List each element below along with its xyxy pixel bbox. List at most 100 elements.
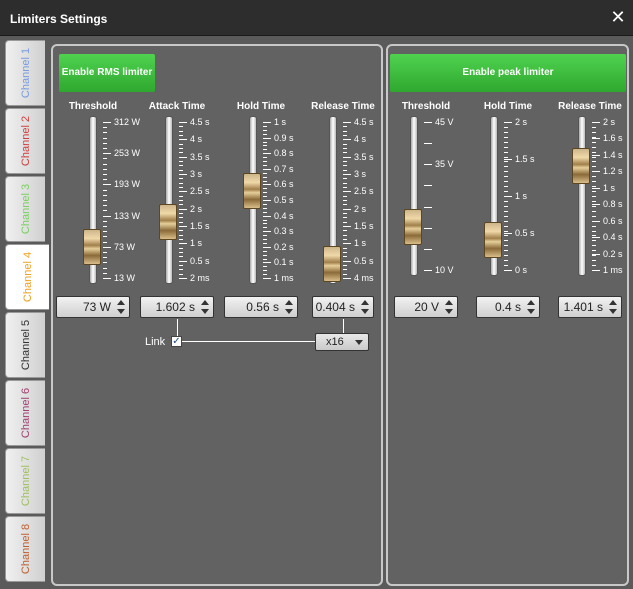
scale-tick [343,178,347,180]
scale-label: 0.6 s [274,179,294,190]
tab-channel-8[interactable]: Channel 8 [5,516,45,582]
scale-major-tick [592,253,600,255]
scale-major-tick [263,168,271,170]
scale-tick [592,176,596,178]
tab-channel-1[interactable]: Channel 1 [5,40,45,106]
scale-label: 253 W [114,148,141,159]
spin-arrows-icon[interactable] [526,300,536,314]
spin-arrows-icon[interactable] [200,300,210,314]
scale-tick [343,217,347,219]
rms-attack-time-slider-track[interactable] [165,116,173,284]
link-checkbox[interactable]: ✓ [171,336,182,347]
scale-label: 0.4 s [603,232,623,243]
peak-release-time-slider-track[interactable] [578,116,586,276]
scale-tick [504,230,508,232]
scale-tick [179,239,183,240]
spin-arrows-icon[interactable] [284,300,294,314]
scale-label: 10 V [435,265,454,275]
rms-release-time-spinbox[interactable]: 0.404 s [312,296,374,318]
peak-hold-time-spinbox[interactable]: 0.4 s [476,296,540,318]
scale-tick [179,204,183,206]
scale-label: 0 s [515,265,528,275]
scale-major-tick [343,139,351,141]
peak-threshold-spinbox[interactable]: 20 V [394,296,458,318]
rms-hold-time-slider-thumb[interactable] [243,172,261,209]
scale-label: 0.5 s [190,255,210,266]
rms-attack-time-slider-thumb[interactable] [159,203,177,240]
spin-arrows-icon[interactable] [444,300,454,314]
enable-peak-limiter-button[interactable]: Enable peak limiter [390,54,626,92]
scale-tick [103,210,107,212]
tab-channel-2[interactable]: Channel 2 [5,108,45,174]
scale-tick [263,125,267,127]
peak-hold-time-slider-thumb[interactable] [484,222,502,259]
rms-threshold-spinbox[interactable]: 73 W [56,296,130,318]
scale-tick [343,256,347,258]
peak-threshold-slider-thumb[interactable] [404,209,422,246]
scale-tick [179,252,183,253]
scale-major-tick [103,246,111,248]
scale-label: 0.2 s [274,241,294,252]
tab-channel-3[interactable]: Channel 3 [5,176,45,242]
scale-label: 3.5 s [190,151,210,162]
scale-tick [343,269,347,271]
scale-tick [103,174,107,175]
scale-label: 0.5 s [274,195,294,205]
peak-threshold-slider-track[interactable] [410,116,418,276]
scale-tick [179,265,183,266]
close-icon[interactable]: ✕ [609,8,627,26]
rms-attack-time-spinbox[interactable]: 1.602 s [140,296,214,318]
scale-tick [179,169,183,171]
tab-label: Channel 6 [19,387,32,439]
scale-label: 0.7 s [274,163,294,174]
enable-rms-limiter-button[interactable]: Enable RMS limiter [59,54,155,92]
tab-channel-6[interactable]: Channel 6 [5,380,45,446]
window-title: Limiters Settings [10,12,108,26]
scale-label: 35 V [435,159,454,170]
peak-release-time-slider-thumb[interactable] [572,148,590,185]
tab-channel-7[interactable]: Channel 7 [5,448,45,514]
scale-label: 0.5 s [354,255,374,266]
scale-tick [103,148,107,149]
scale-tick [263,141,267,143]
scale-major-tick [103,153,111,155]
tab-channel-5[interactable]: Channel 5 [5,312,45,378]
scale-tick [343,143,347,145]
scale-label: 3 s [190,169,203,179]
tab-channel-4[interactable]: Channel 4 [5,244,49,310]
scale-tick [103,262,107,264]
scale-tick [179,256,183,258]
rms-attack-time-label: Attack Time [148,101,206,112]
scale-major-tick [592,204,600,206]
scale-major-tick [424,185,432,187]
scale-tick [504,191,508,193]
scale-major-tick [343,156,351,158]
spin-arrows-icon[interactable] [608,300,618,314]
scale-tick [504,151,508,153]
scale-major-tick [263,137,271,139]
scale-tick [179,165,183,167]
scale-tick [592,255,596,257]
scale-tick [263,164,267,166]
multiplier-dropdown[interactable]: x16 [315,333,369,351]
rms-release-time-value: 0.404 s [315,300,355,314]
spin-arrows-icon[interactable] [360,300,370,314]
rms-hold-time-spinbox[interactable]: 0.56 s [224,296,298,318]
rms-release-time-slider-thumb[interactable] [323,245,341,282]
scale-tick [263,211,267,213]
tab-label: Channel 8 [19,523,32,575]
tab-label: Channel 2 [19,115,32,167]
rms-threshold-slider-thumb[interactable] [83,228,101,265]
scale-tick [592,245,596,247]
scale-label: 0.8 s [274,148,294,159]
spin-arrows-icon[interactable] [116,300,126,314]
scale-tick [504,176,508,178]
scale-tick [103,226,107,227]
peak-release-time-spinbox[interactable]: 1.401 s [558,296,622,318]
scale-label: 1 ms [274,273,294,283]
scale-tick [592,230,596,232]
scale-tick [504,225,508,227]
scale-tick [103,168,107,170]
scale-tick [592,191,596,193]
channel-tabs: Channel 1 Channel 2 Channel 3 Channel 4 Chan… [5,40,49,585]
